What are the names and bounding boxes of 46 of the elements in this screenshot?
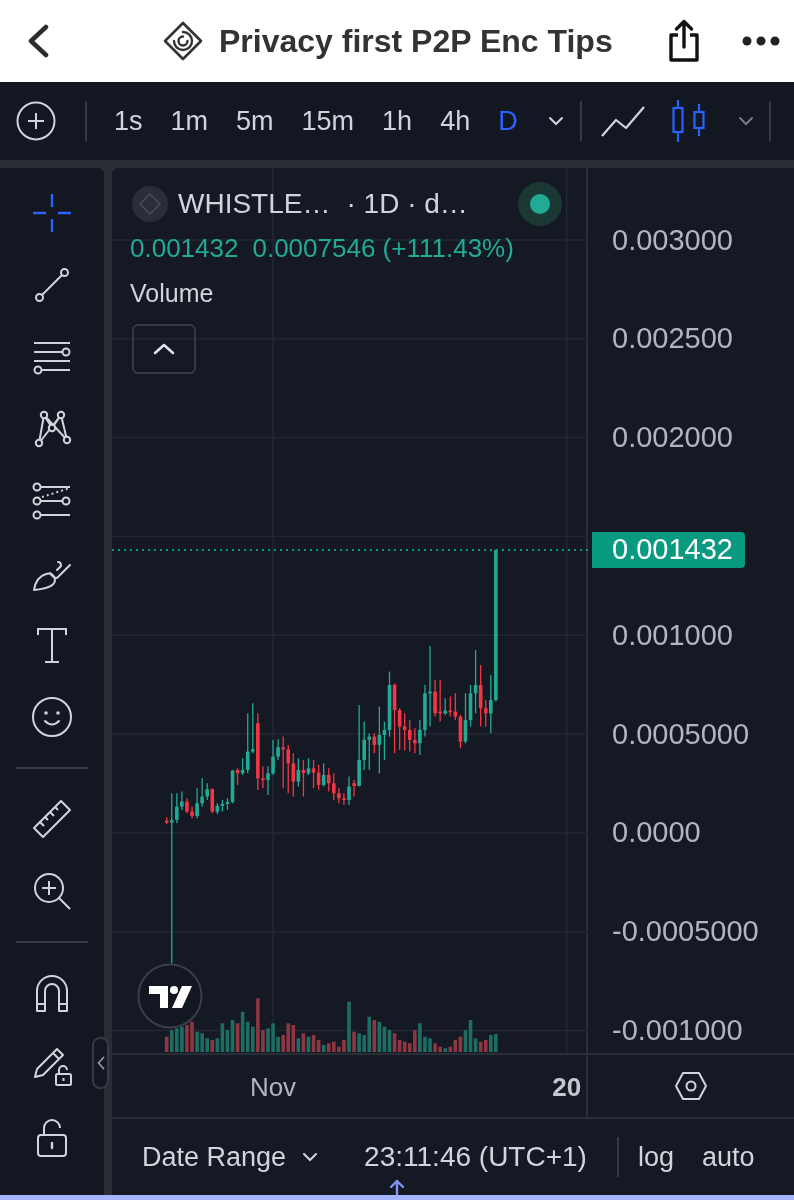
chevron-down-icon bbox=[302, 1152, 319, 1162]
diamond-logo-icon bbox=[163, 21, 203, 61]
collapse-toolbar-button[interactable] bbox=[92, 1037, 109, 1089]
date-range-button[interactable]: Date Range bbox=[142, 1143, 319, 1171]
collapse-legend-button[interactable] bbox=[132, 324, 196, 374]
price-label: 0.0005000 bbox=[612, 716, 750, 752]
price-label: -0.001000 bbox=[612, 1013, 743, 1049]
price-change-value: 0.0007546 (+111.43%) bbox=[252, 235, 514, 261]
price-label: 0.002500 bbox=[612, 321, 733, 357]
ruler-icon[interactable] bbox=[30, 797, 74, 841]
scale-option-button[interactable]: auto bbox=[701, 1143, 755, 1171]
add-icon[interactable] bbox=[16, 101, 56, 141]
interval-tab[interactable]: 1m bbox=[156, 107, 223, 135]
chevron-up-icon bbox=[153, 343, 175, 355]
interval-tab[interactable]: D bbox=[484, 107, 532, 135]
page-title: Privacy first P2P Enc Tips bbox=[219, 25, 613, 57]
more-icon[interactable] bbox=[742, 36, 780, 46]
chart-details: · 1D · d… bbox=[346, 190, 468, 218]
last-price-value: 0.001432 bbox=[130, 235, 239, 261]
candlestick-icon[interactable] bbox=[669, 99, 708, 143]
share-icon[interactable] bbox=[666, 19, 702, 63]
arrow-up-icon bbox=[389, 1179, 405, 1195]
indicator-label[interactable]: Volume bbox=[130, 277, 214, 309]
time-label: Nov bbox=[249, 1071, 297, 1103]
price-label: 0.0000 bbox=[612, 815, 701, 851]
interval-tab[interactable]: 1h bbox=[368, 107, 427, 135]
line-chart-icon[interactable] bbox=[599, 104, 646, 138]
chart-logo-icon[interactable] bbox=[137, 963, 203, 1029]
scale-option-button[interactable]: log bbox=[637, 1143, 674, 1171]
time-label: 20 bbox=[552, 1071, 582, 1103]
price-label: 0.002000 bbox=[612, 420, 733, 456]
interval-tab[interactable]: 15m bbox=[287, 107, 369, 135]
crosshair-icon[interactable] bbox=[30, 191, 74, 235]
price-label: 0.001000 bbox=[612, 617, 733, 653]
last-price-tag: 0.001432 bbox=[592, 531, 745, 568]
symbol-name: WHISTLE… bbox=[178, 190, 331, 218]
interval-tab[interactable]: 5m bbox=[222, 107, 288, 135]
price-label: -0.0005000 bbox=[612, 914, 759, 950]
chevron-left-icon bbox=[96, 1056, 105, 1070]
interval-tab[interactable]: 1s bbox=[100, 107, 157, 135]
symbol-logo-icon bbox=[132, 186, 168, 222]
smiley-icon[interactable] bbox=[30, 695, 74, 739]
price-label: 0.003000 bbox=[612, 222, 733, 258]
settings-icon[interactable] bbox=[674, 1071, 708, 1101]
interval-tab[interactable]: 4h bbox=[426, 107, 485, 135]
timezone-button[interactable]: 23:11:46 (UTC+1) bbox=[364, 1143, 587, 1171]
